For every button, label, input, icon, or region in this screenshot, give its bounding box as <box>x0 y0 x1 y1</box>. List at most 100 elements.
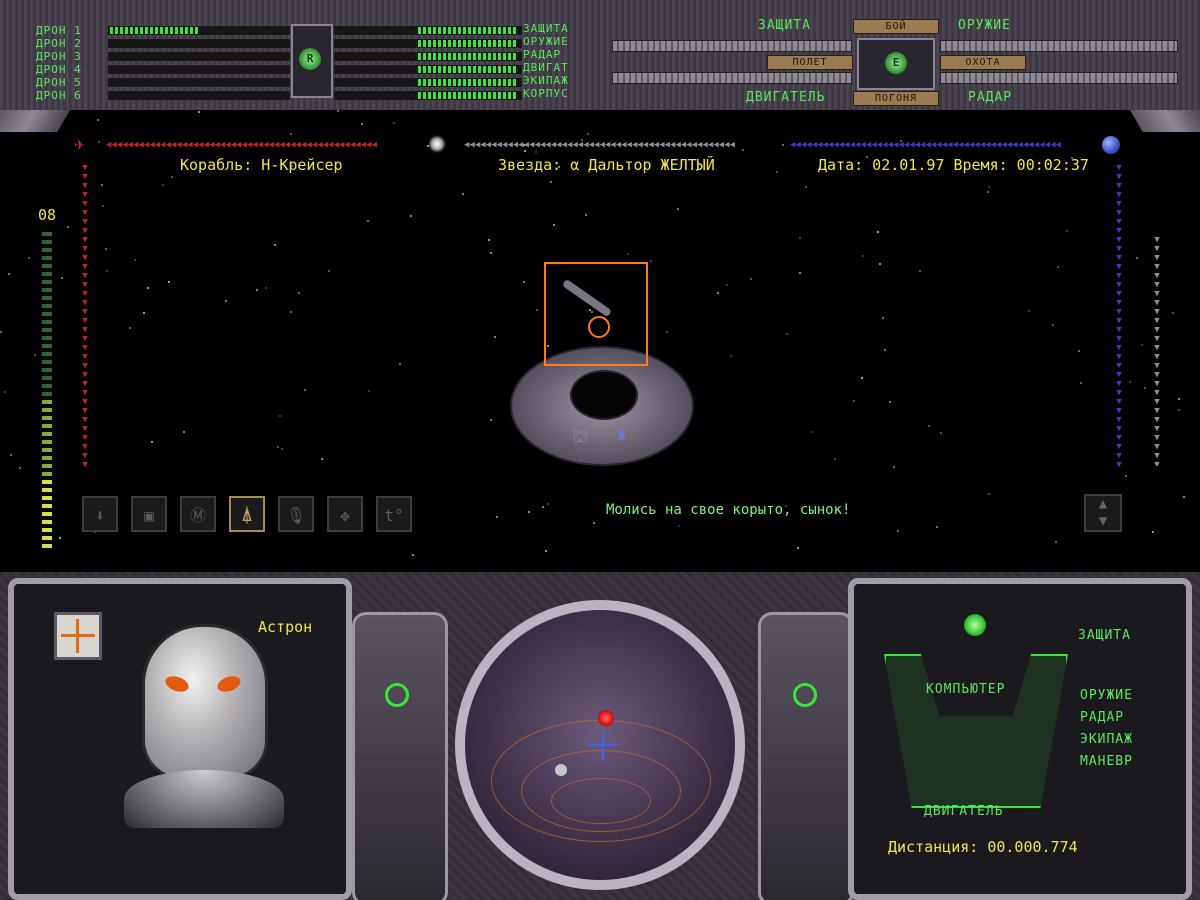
pilot-eye-left <box>163 673 191 695</box>
drone-label-4[interactable]: ДРОН 4 <box>36 63 82 76</box>
star-dot <box>897 530 899 532</box>
star-dot <box>321 458 323 460</box>
flight-mode-button[interactable]: ПОЛЕТ <box>767 55 853 70</box>
star-dot <box>279 415 281 417</box>
drone-2-bar-track <box>108 39 290 48</box>
drone-label-6[interactable]: ДРОН 6 <box>36 89 82 102</box>
star-dot <box>337 110 339 112</box>
star-dot <box>28 257 30 259</box>
microphone-icon[interactable]: 🎙 <box>278 496 314 532</box>
star-dot <box>585 214 587 216</box>
battle-mode-button[interactable]: БОЙ <box>853 19 939 34</box>
left-gauge-segment <box>42 320 52 324</box>
star-dot <box>542 506 544 508</box>
ship-status-panel: ЗАЩИТА КОМПЬЮТЕР ОРУЖИЕ РАДАР ЭКИПАЖ МАН… <box>848 578 1192 900</box>
status-shield[interactable]: ЗАЩИТА <box>1078 628 1131 643</box>
left-gauge-segment <box>42 464 52 468</box>
star-dot <box>988 493 990 495</box>
star-dot <box>277 446 279 448</box>
radar-bar <box>418 53 518 60</box>
star-dot <box>328 270 330 272</box>
temperature-icon[interactable]: t° <box>376 496 412 532</box>
star-dot <box>393 122 395 124</box>
radar-player-marker-v <box>602 732 604 760</box>
status-crew[interactable]: ЭКИПАЖ <box>1080 732 1133 747</box>
star-dot <box>496 516 498 518</box>
mode-beam-lower-left <box>612 72 852 84</box>
pilot-shoulders <box>124 770 284 828</box>
drone-1-energy-bar <box>110 27 198 34</box>
status-maneuver[interactable]: МАНЕВР <box>1080 754 1133 769</box>
star-dot <box>1057 266 1059 268</box>
drone-label-2[interactable]: ДРОН 2 <box>36 37 82 50</box>
star-dot <box>183 431 185 433</box>
star-dot <box>67 226 69 228</box>
drone-label-5[interactable]: ДРОН 5 <box>36 76 82 89</box>
left-gauge-segment <box>42 272 52 276</box>
planet-heading-arrows: ◀◀◀◀◀◀◀◀◀◀◀◀◀◀◀◀◀◀◀◀◀◀◀◀◀◀◀◀◀◀◀◀◀◀◀◀◀◀◀◀… <box>790 140 1061 150</box>
ship-icon-left: ✈ <box>74 134 85 155</box>
star-dot <box>776 171 778 173</box>
drone-5-bar-track <box>108 78 290 87</box>
status-weapons[interactable]: ОРУЖИЕ <box>1080 688 1133 703</box>
star-dot <box>265 287 267 289</box>
m-target-icon[interactable]: Ⓜ <box>180 496 216 532</box>
scroll-up-down-icon[interactable]: ▲ ▼ <box>1084 494 1122 532</box>
mode-selector-grid[interactable]: E <box>857 38 935 90</box>
star-dot <box>290 311 292 313</box>
star-dot <box>1078 350 1080 352</box>
radar-sphere[interactable] <box>455 600 745 890</box>
star-dot <box>1129 381 1131 383</box>
star-dot <box>853 400 855 402</box>
left-gauge-segment <box>42 304 52 308</box>
star-dot <box>162 184 164 186</box>
left-gauge-segment <box>42 280 52 284</box>
star-dot <box>304 389 306 391</box>
star-dot <box>1080 382 1082 384</box>
expand-icon[interactable]: ✥ <box>327 496 363 532</box>
left-gauge-segment <box>42 504 52 508</box>
left-pitch-arrows: ▼ ▼ ▼ ▼ ▼ ▼ ▼ ▼ ▼ ▼ ▼ ▼ ▼ ▼ ▼ ▼ ▼ ▼ ▼ ▼ ▼ ▼ ▼ ▼ ▼ ▼ ▼ ▼ ▼ ▼ ▼ ▼ ▼ ▼ <box>82 164 88 470</box>
drone-4-bar-track <box>108 65 290 74</box>
compass-star-icon[interactable] <box>54 612 102 660</box>
hunt-mode-button[interactable]: ОХОТА <box>940 55 1026 70</box>
star-dot <box>593 522 595 524</box>
star-dot <box>528 511 530 513</box>
star-dot <box>535 151 537 153</box>
mode-beam-upper-left <box>612 40 852 52</box>
star-dot <box>928 425 930 427</box>
chase-mode-button[interactable]: ПОГОНЯ <box>853 91 939 106</box>
ship-icon[interactable]: ⍋ <box>229 496 265 532</box>
star-dot <box>102 205 104 207</box>
scanner-building-icon: ⛫ <box>572 426 589 447</box>
status-engine[interactable]: ДВИГАТЕЛЬ <box>924 804 1003 819</box>
star-dot <box>98 141 100 143</box>
status-computer[interactable]: КОМПЬЮТЕР <box>926 682 1005 697</box>
star-dot <box>151 441 153 443</box>
star-dot <box>1125 475 1127 477</box>
drone-label-1[interactable]: ДРОН 1 <box>36 24 82 37</box>
game-screen: ДРОН 1 ДРОН 2 ДРОН 3 ДРОН 4 ДРОН 5 ДРОН … <box>0 0 1200 900</box>
star-dot <box>1136 257 1138 259</box>
star-dot <box>587 133 589 135</box>
space-viewport[interactable]: ✈ ◀◀◀◀◀◀◀◀◀◀◀◀◀◀◀◀◀◀◀◀◀◀◀◀◀◀◀◀◀◀◀◀◀◀◀◀◀◀… <box>0 110 1200 572</box>
star-dot <box>105 248 107 250</box>
left-gauge-segment <box>42 408 52 412</box>
down-arrow-icon[interactable]: ⬇ <box>82 496 118 532</box>
pilot-name: Астрон <box>258 618 313 636</box>
status-radar[interactable]: РАДАР <box>1080 710 1124 725</box>
left-gauge-segment <box>42 256 52 260</box>
star-dot <box>134 259 136 261</box>
star-dot <box>4 391 6 393</box>
drone-label-3[interactable]: ДРОН 3 <box>36 50 82 63</box>
left-gauge-segment <box>42 400 52 404</box>
star-dot <box>889 401 891 403</box>
map-icon[interactable]: ▣ <box>131 496 167 532</box>
star-dot <box>59 537 61 539</box>
star-dot <box>730 355 732 357</box>
drone-emblem[interactable]: R <box>291 24 333 98</box>
target-lock-box[interactable] <box>544 262 648 366</box>
right-speed-arrows: ▼ ▼ ▼ ▼ ▼ ▼ ▼ ▼ ▼ ▼ ▼ ▼ ▼ ▼ ▼ ▼ ▼ ▼ ▼ ▼ ▼ ▼ ▼ ▼ ▼ ▼ <box>1154 236 1160 466</box>
ship-name-readout: Корабль: Н-Крейсер <box>180 156 343 174</box>
star-dot <box>61 277 63 279</box>
